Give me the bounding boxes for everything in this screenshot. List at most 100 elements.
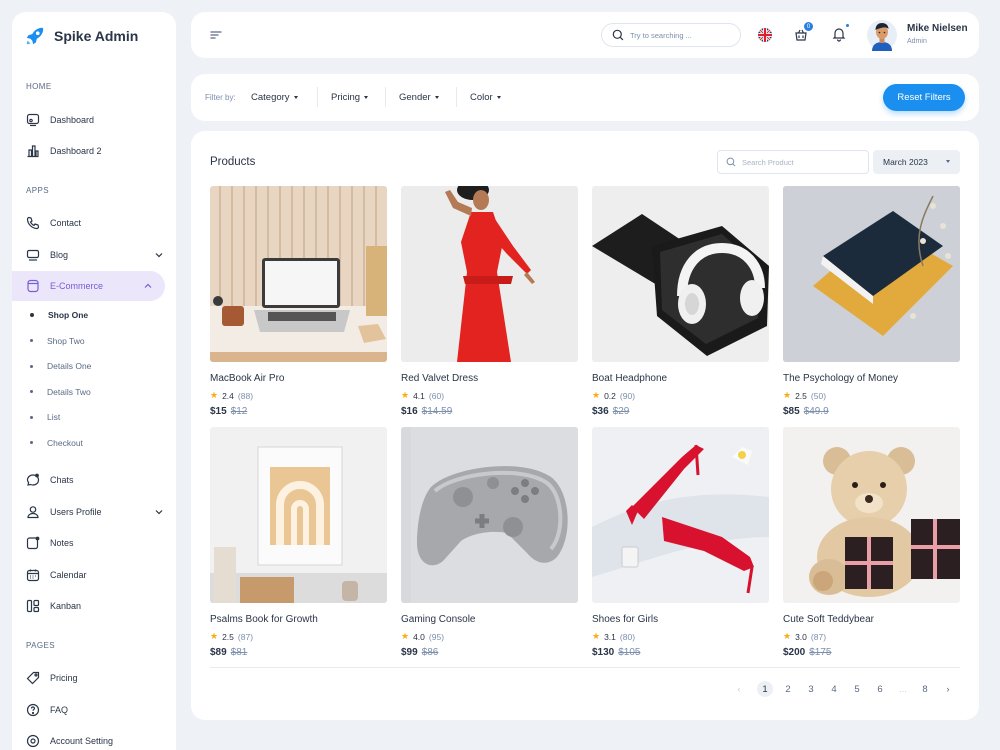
product-image-teddybear[interactable] bbox=[783, 427, 960, 603]
rating-value: 2.4 bbox=[222, 390, 234, 401]
pagination-prev-chevron-icon[interactable]: ‹ bbox=[731, 681, 747, 697]
sidebar-item-kanban[interactable]: Kanban bbox=[12, 591, 176, 621]
product-card[interactable]: Boat Headphone ★ 0.2 (90) $36 $29 bbox=[592, 186, 769, 417]
sidebar-item-label: Blog bbox=[50, 249, 69, 260]
sidebar-item-faq[interactable]: FAQ bbox=[12, 695, 176, 725]
rating-value: 3.0 bbox=[795, 631, 807, 642]
product-image-game-controller[interactable] bbox=[401, 427, 578, 603]
product-name[interactable]: MacBook Air Pro bbox=[210, 373, 387, 386]
product-card[interactable]: Psalms Book for Growth ★ 2.5 (87) $89 $8… bbox=[210, 427, 387, 658]
pagination-page[interactable]: 1 bbox=[757, 681, 773, 697]
sidebar-item-account-setting[interactable]: Account Setting bbox=[12, 726, 176, 750]
bullet-dot bbox=[30, 364, 33, 368]
menu-toggle-icon[interactable] bbox=[209, 28, 223, 42]
price-current: $85 bbox=[783, 406, 800, 417]
rating-count: (50) bbox=[810, 390, 827, 401]
product-price: $130 $105 bbox=[592, 647, 769, 658]
product-card[interactable]: MacBook Air Pro ★ 2.4 (88) $15 $12 bbox=[210, 186, 388, 417]
product-name[interactable]: The Psychology of Money bbox=[783, 373, 960, 386]
sidebar-item-users-profile[interactable]: Users Profile bbox=[12, 497, 176, 527]
uk-flag-icon[interactable] bbox=[758, 28, 772, 42]
product-name[interactable]: Boat Headphone bbox=[592, 373, 769, 386]
rating-value: 4.0 bbox=[413, 631, 425, 642]
reset-filters-button[interactable]: Reset Filters bbox=[883, 84, 965, 111]
product-name[interactable]: Gaming Console bbox=[401, 614, 578, 627]
sidebar-item-dashboard-2[interactable]: Dashboard 2 bbox=[12, 136, 176, 166]
product-name[interactable]: Red Valvet Dress bbox=[401, 373, 578, 386]
sidebar-subitem-label: Shop Two bbox=[47, 335, 85, 346]
sidebar-subitem-details-one[interactable]: Details One bbox=[12, 354, 176, 380]
product-image-book-money[interactable] bbox=[783, 186, 960, 362]
nav-section-home: HOME bbox=[26, 82, 52, 91]
product-image-red-dress[interactable] bbox=[401, 180, 578, 362]
sidebar-subitem-checkout[interactable]: Checkout bbox=[12, 430, 176, 456]
month-select[interactable]: March 2023 bbox=[873, 150, 960, 174]
pagination-page[interactable]: 4 bbox=[826, 681, 842, 697]
sidebar-item-notes[interactable]: Notes bbox=[12, 528, 176, 558]
rating-count: (95) bbox=[428, 631, 445, 642]
products-card: Products Search Product March 2023 MacBo… bbox=[191, 131, 979, 720]
pagination-page[interactable]: 3 bbox=[803, 681, 819, 697]
product-price: $15 $12 bbox=[210, 406, 387, 417]
bell-icon[interactable] bbox=[831, 26, 847, 42]
product-name[interactable]: Shoes for Girls bbox=[592, 614, 769, 627]
pagination-page[interactable]: 2 bbox=[780, 681, 796, 697]
sidebar-subitem-details-two[interactable]: Details Two bbox=[12, 379, 176, 405]
avatar[interactable] bbox=[867, 19, 897, 51]
star-icon: ★ bbox=[592, 390, 601, 400]
product-name[interactable]: Cute Soft Teddybear bbox=[783, 614, 960, 627]
nav-section-apps: APPS bbox=[26, 185, 49, 195]
sidebar-subitem-label: List bbox=[47, 412, 61, 423]
product-image-macbook[interactable] bbox=[210, 186, 388, 362]
product-card[interactable]: Shoes for Girls ★ 3.1 (80) $130 $105 bbox=[592, 427, 769, 658]
sidebar-subitem-label: Checkout bbox=[47, 437, 83, 448]
sidebar: Spike Admin HOME Dashboard Dashboard 2 A… bbox=[12, 12, 176, 750]
sidebar-subitem-shop-two[interactable]: Shop Two bbox=[12, 328, 176, 354]
sidebar-item-calendar[interactable]: Calendar bbox=[12, 560, 176, 590]
pagination-page[interactable]: 6 bbox=[872, 681, 888, 697]
rating-value: 4.1 bbox=[413, 390, 425, 401]
sidebar-item-dashboard[interactable]: Dashboard bbox=[12, 105, 176, 135]
filter-option-label: Color bbox=[470, 92, 493, 103]
help-circle-icon bbox=[26, 703, 40, 717]
product-name[interactable]: Psalms Book for Growth bbox=[210, 614, 387, 627]
filter-pricing-dropdown[interactable]: Pricing bbox=[331, 92, 369, 103]
pagination-next-chevron-icon[interactable]: › bbox=[940, 681, 956, 697]
brand[interactable]: Spike Admin bbox=[12, 12, 176, 60]
sidebar-item-contact[interactable]: Contact bbox=[12, 208, 176, 238]
filter-option-label: Pricing bbox=[331, 92, 361, 103]
sidebar-item-blog[interactable]: Blog bbox=[12, 240, 176, 270]
product-price: $36 $29 bbox=[592, 406, 769, 417]
sidebar-subitem-list[interactable]: List bbox=[12, 405, 176, 431]
product-image-headphone[interactable] bbox=[592, 186, 769, 362]
price-current: $16 bbox=[401, 406, 418, 417]
product-card[interactable]: Gaming Console ★ 4.0 (95) $99 $86 bbox=[401, 427, 578, 658]
chevron-down-icon bbox=[155, 509, 163, 514]
product-card[interactable]: The Psychology of Money ★ 2.5 (50) $85 $… bbox=[783, 186, 960, 417]
search-placeholder: Try to searching ... bbox=[630, 30, 692, 40]
sidebar-subitem-shop-one[interactable]: Shop One bbox=[12, 303, 176, 329]
product-image-art-print[interactable] bbox=[210, 427, 387, 603]
sidebar-item-label: Chats bbox=[50, 475, 74, 485]
filter-category-dropdown[interactable]: Category bbox=[251, 92, 298, 103]
pagination-page[interactable]: 8 bbox=[917, 681, 933, 697]
pagination-ellipsis: ... bbox=[899, 683, 907, 695]
pagination-page[interactable]: 5 bbox=[849, 681, 865, 697]
sidebar-item-pricing[interactable]: Pricing bbox=[12, 663, 176, 693]
filter-gender-dropdown[interactable]: Gender bbox=[399, 92, 439, 103]
sidebar-item-ecommerce[interactable]: E-Commerce bbox=[12, 271, 165, 301]
product-search-input[interactable]: Search Product bbox=[717, 150, 869, 174]
product-card[interactable]: Red Valvet Dress ★ 4.1 (60) $16 $14.59 bbox=[401, 180, 578, 417]
filter-separator bbox=[456, 87, 457, 107]
filter-option-label: Gender bbox=[399, 92, 431, 103]
filter-color-dropdown[interactable]: Color bbox=[470, 92, 501, 103]
sidebar-item-chats[interactable]: Chats bbox=[12, 465, 176, 495]
rating-count: (87) bbox=[810, 631, 827, 642]
product-image-red-heels[interactable] bbox=[592, 427, 769, 603]
price-old: $12 bbox=[230, 406, 248, 417]
pagination-divider bbox=[210, 667, 960, 668]
global-search-input[interactable]: Try to searching ... bbox=[601, 23, 741, 47]
product-card[interactable]: Cute Soft Teddybear ★ 3.0 (87) $200 $175 bbox=[783, 427, 960, 658]
user-name[interactable]: Mike Nielsen bbox=[907, 23, 968, 34]
sidebar-subitem-label: Details One bbox=[47, 361, 92, 372]
